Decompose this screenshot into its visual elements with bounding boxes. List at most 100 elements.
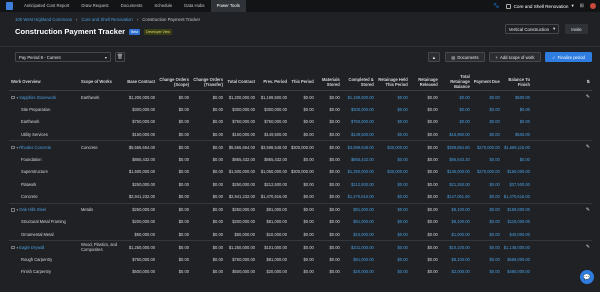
group-row[interactable]: ▾Sapphire Stonework Earthwork $1,200,000.0… <box>9 90 592 103</box>
table-row[interactable]: Ornamental Metal $50,000.00 $0.00 $0.00 $50,… <box>9 228 592 241</box>
breadcrumb-item[interactable]: Core and Shell Renovation <box>81 17 132 22</box>
nav-item[interactable]: Schedule <box>148 0 178 12</box>
pay-period-select[interactable]: Pay Period 8 - Current ▾ <box>15 52 111 62</box>
pencil-icon[interactable]: ✎ <box>586 144 590 150</box>
value-cell[interactable]: $0.00 <box>376 103 410 116</box>
row-checkbox[interactable] <box>11 145 15 150</box>
chevron-down-icon[interactable]: ▾ <box>17 246 19 250</box>
value-cell[interactable]: $480,000.00 <box>502 266 532 279</box>
value-cell[interactable]: $0.00 <box>502 116 532 129</box>
avatar[interactable] <box>590 3 596 9</box>
column-header[interactable]: Work Overview <box>9 73 79 91</box>
documents-button[interactable]: ▤ Documents <box>445 52 485 62</box>
chevron-down-icon[interactable]: ▾ <box>17 146 19 150</box>
finalize-period-button[interactable]: ✓ Finalize period <box>545 52 592 62</box>
column-header[interactable]: Change Orders (Transfer) <box>191 73 225 91</box>
value-cell[interactable]: $389,854.80 <box>439 140 472 153</box>
vendor-link[interactable]: Eagle Drywall <box>19 245 44 250</box>
group-row[interactable]: ▾Eagle Drywall Wood, Plastics, and Compos… <box>9 240 592 253</box>
chat-button[interactable]: 💬 <box>580 270 594 284</box>
value-cell[interactable]: $669,000.00 <box>502 253 532 266</box>
delete-button[interactable]: 🗑 <box>115 52 125 62</box>
breadcrumb-item[interactable]: 100 West Highland Commons <box>15 17 72 22</box>
value-cell[interactable]: $0.00 <box>472 253 502 266</box>
paw-icon[interactable]: 🐾 <box>493 3 499 9</box>
value-cell[interactable]: $101,000.00 <box>341 240 376 253</box>
value-cell[interactable]: $0.00 <box>375 202 410 216</box>
column-header[interactable]: Completed & Stored <box>341 73 376 91</box>
add-scope-button[interactable]: + Add scope of work <box>489 52 541 62</box>
value-cell[interactable]: $0.00 <box>376 228 410 241</box>
value-cell[interactable]: $1,148,000.00 <box>501 240 532 253</box>
value-cell[interactable]: $0.00 <box>440 103 472 116</box>
value-cell[interactable]: $0.00 <box>471 90 502 103</box>
value-cell[interactable]: $147,061.60 <box>440 191 472 204</box>
value-cell[interactable]: $0.00 <box>472 128 502 141</box>
value-cell[interactable]: $0.00 <box>472 103 502 116</box>
column-settings-header[interactable]: ⇅ <box>531 73 592 91</box>
value-cell[interactable]: $81,000.00 <box>342 253 376 266</box>
value-cell[interactable]: $10,000.00 <box>342 228 376 241</box>
value-cell[interactable]: $1,470,616.00 <box>342 191 376 204</box>
table-row[interactable]: Foundation $865,432.00 $0.00 $0.00 $865,432.… <box>9 153 592 166</box>
table-row[interactable]: Utility Services $150,000.00 $0.00 $0.00 $15… <box>9 128 592 141</box>
value-cell[interactable]: $30,000.00 <box>376 166 410 179</box>
column-header[interactable]: Prev. Period <box>257 73 289 91</box>
row-checkbox[interactable] <box>11 245 15 250</box>
invite-button[interactable]: Invite <box>565 24 588 34</box>
row-checkbox[interactable] <box>11 208 15 212</box>
value-cell[interactable]: $0.00 <box>472 178 502 191</box>
value-cell[interactable]: $0.00 <box>375 240 410 253</box>
nav-item[interactable]: Draw Request <box>75 0 114 12</box>
column-header[interactable]: Change Orders (Scope) <box>157 73 191 91</box>
table-row[interactable]: Flatwork $250,000.00 $0.00 $0.00 $250,000.00… <box>9 178 592 191</box>
table-row[interactable]: Concrete $2,941,232.00 $0.00 $0.00 $2,941,23… <box>9 191 592 204</box>
value-cell[interactable]: $1,470,616.00 <box>502 191 532 204</box>
column-header[interactable]: Total Retainage Balance <box>439 73 472 91</box>
table-row[interactable]: Rough Carpentry $750,000.00 $0.00 $0.00 $750… <box>9 253 592 266</box>
value-cell[interactable]: $0.00 <box>376 153 410 166</box>
vendor-link[interactable]: Rhodes Concrete <box>19 145 51 150</box>
grid-icon[interactable]: ⊞ <box>580 3 584 9</box>
value-cell[interactable]: $865,432.00 <box>342 153 376 166</box>
value-cell[interactable]: $10,100.00 <box>439 240 472 253</box>
value-cell[interactable]: $21,250.00 <box>440 178 472 191</box>
value-cell[interactable]: $8,100.00 <box>440 216 472 229</box>
upload-button[interactable]: ▲ <box>428 52 440 62</box>
nav-item[interactable]: Power Tools <box>210 0 246 12</box>
table-row[interactable]: Earthwork $750,000.00 $0.00 $0.00 $750,000.0… <box>9 116 592 129</box>
value-cell[interactable]: $1,350,000.00 <box>342 166 376 179</box>
value-cell[interactable]: $37,500.00 <box>502 178 532 191</box>
value-cell[interactable]: $0.00 <box>376 253 410 266</box>
view-select[interactable]: Vertical Construction ▾ <box>505 24 559 34</box>
value-cell[interactable]: $0.00 <box>375 90 410 103</box>
value-cell[interactable]: $0.00 <box>376 116 410 129</box>
vendor-link[interactable]: Oak Hills Steel <box>19 207 46 212</box>
column-header[interactable]: Retainage Held This Period <box>375 73 410 91</box>
value-cell[interactable]: $119,000.00 <box>502 216 532 229</box>
app-logo[interactable] <box>0 0 18 12</box>
value-cell[interactable]: $270,000.00 <box>472 166 502 179</box>
value-cell[interactable]: $2,000.00 <box>440 266 472 279</box>
value-cell[interactable]: $0.00 <box>376 266 410 279</box>
value-cell[interactable]: $20,000.00 <box>342 266 376 279</box>
nav-item[interactable]: Documents <box>115 0 149 12</box>
value-cell[interactable]: $0.00 <box>502 103 532 116</box>
value-cell[interactable]: $0.00 <box>472 191 502 204</box>
value-cell[interactable]: $81,000.00 <box>342 216 376 229</box>
value-cell[interactable]: $0.00 <box>472 216 502 229</box>
value-cell[interactable]: $0.00 <box>376 216 410 229</box>
value-cell[interactable]: $8,100.00 <box>440 253 472 266</box>
value-cell[interactable]: $30,000.00 <box>375 140 410 153</box>
column-header[interactable]: Base Contract <box>125 73 157 91</box>
value-cell[interactable]: $300,000.00 <box>342 103 376 116</box>
column-header[interactable]: This Period <box>289 73 316 91</box>
value-cell[interactable]: $1,199,500.00 <box>341 90 376 103</box>
column-header[interactable]: Scope of Works <box>79 73 125 91</box>
column-header[interactable]: Total Contract <box>225 73 257 91</box>
pencil-icon[interactable]: ✎ <box>586 244 590 250</box>
table-row[interactable]: Superstructure $1,500,000.00 $0.00 $0.00 $1,… <box>9 166 592 179</box>
table-row[interactable]: Finish Carpentry $500,000.00 $0.00 $0.00 $50… <box>9 266 592 279</box>
column-header[interactable]: Retainage Released <box>409 73 440 91</box>
pencil-icon[interactable]: ✎ <box>586 94 590 100</box>
